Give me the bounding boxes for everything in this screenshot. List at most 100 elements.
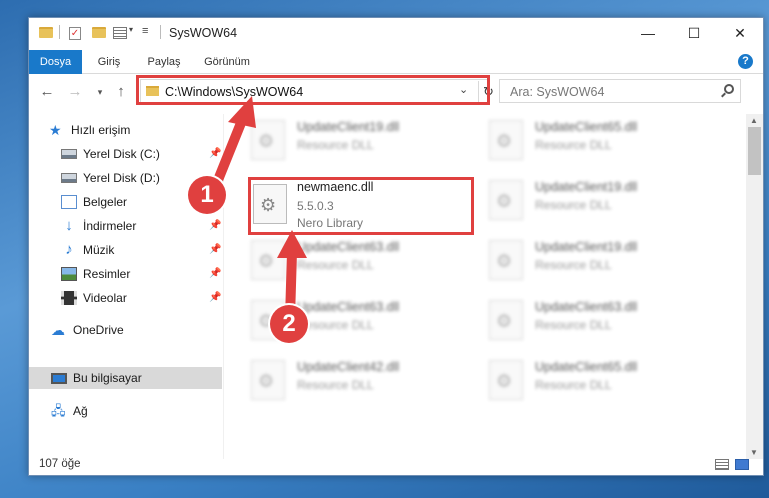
file-name: UpdateClient19.dll bbox=[535, 180, 638, 194]
sidebar-item-music[interactable]: ♪ Müzik 📌 bbox=[29, 239, 222, 261]
separator bbox=[59, 25, 60, 39]
pin-icon[interactable]: 📌 bbox=[209, 148, 221, 159]
sidebar-item-label: Belgeler bbox=[83, 195, 128, 209]
explorer-window: ✓ ▾ ≡ SysWOW64 — ☐ ✕ Dosya Giriş Paylaş … bbox=[28, 17, 764, 476]
disk-icon bbox=[61, 173, 77, 183]
file-highlight-box bbox=[248, 177, 474, 235]
close-button[interactable]: ✕ bbox=[717, 18, 763, 48]
file-tile[interactable]: UpdateClient42.dll Resource DLL bbox=[245, 354, 485, 408]
sidebar-item-label: Hızlı erişim bbox=[71, 123, 131, 137]
file-description: Resource DLL bbox=[535, 198, 612, 212]
customize-toolbar-icon[interactable]: ≡ bbox=[142, 25, 148, 37]
sidebar-item-onedrive[interactable]: ☁ OneDrive bbox=[29, 319, 222, 341]
file-description: Resource DLL bbox=[535, 258, 612, 272]
download-icon: ↓ bbox=[65, 217, 73, 234]
search-icon bbox=[724, 84, 734, 94]
pin-icon[interactable]: 📌 bbox=[209, 268, 221, 279]
file-description: Resource DLL bbox=[535, 378, 612, 392]
tiles-view-icon[interactable] bbox=[735, 459, 749, 470]
window-title: SysWOW64 bbox=[169, 26, 238, 40]
sidebar-item-label: Ağ bbox=[73, 404, 88, 418]
dll-file-icon bbox=[251, 240, 285, 280]
dll-file-icon bbox=[251, 360, 285, 400]
navigation-bar: ← → ▾ ↑ C:\Windows\SysWOW64 ⌄ ↻ Ara: Sys… bbox=[29, 75, 763, 109]
sidebar-item-downloads[interactable]: ↓ İndirmeler 📌 bbox=[29, 215, 222, 237]
file-tile[interactable]: UpdateClient19.dll Resource DLL bbox=[245, 114, 485, 168]
dll-file-icon bbox=[489, 180, 523, 220]
tab-share[interactable]: Paylaş bbox=[139, 50, 189, 74]
vertical-scrollbar[interactable]: ▲ ▼ bbox=[746, 114, 763, 459]
ribbon-tabs: Dosya Giriş Paylaş Görünüm ? bbox=[29, 50, 763, 74]
sidebar-item-label: Resimler bbox=[83, 267, 131, 281]
sidebar-item-label: İndirmeler bbox=[83, 219, 137, 233]
file-name: UpdateClient63.dll bbox=[535, 300, 638, 314]
sidebar-item-label: Müzik bbox=[83, 243, 115, 257]
pin-icon[interactable]: 📌 bbox=[209, 220, 221, 231]
address-highlight-box bbox=[136, 75, 490, 105]
recent-locations-chevron-icon[interactable]: ▾ bbox=[92, 87, 108, 98]
scroll-thumb[interactable] bbox=[748, 127, 761, 175]
minimize-button[interactable]: — bbox=[625, 18, 671, 48]
folder-icon bbox=[39, 27, 53, 38]
dll-file-icon bbox=[251, 120, 285, 160]
sidebar-item-local-disk-c[interactable]: Yerel Disk (C:) 📌 bbox=[29, 143, 222, 165]
file-description: Resource DLL bbox=[535, 138, 612, 152]
forward-arrow-icon[interactable]: → bbox=[67, 83, 83, 100]
file-tile[interactable]: UpdateClient63.dll Resource DLL bbox=[245, 234, 485, 288]
computer-icon bbox=[51, 372, 67, 384]
navigation-pane: ★ Hızlı erişim Yerel Disk (C:) 📌 Yerel D… bbox=[29, 114, 224, 459]
sidebar-item-label: Yerel Disk (C:) bbox=[83, 147, 160, 161]
maximize-button[interactable]: ☐ bbox=[671, 18, 717, 48]
file-name: UpdateClient42.dll bbox=[297, 360, 400, 374]
sidebar-item-pictures[interactable]: Resimler 📌 bbox=[29, 263, 222, 285]
search-input[interactable]: Ara: SysWOW64 bbox=[499, 79, 741, 103]
sidebar-item-videos[interactable]: Videolar 📌 bbox=[29, 287, 222, 309]
help-icon[interactable]: ? bbox=[738, 54, 753, 69]
star-icon: ★ bbox=[49, 122, 62, 138]
file-name: UpdateClient63.dll bbox=[297, 300, 400, 314]
file-description: Resource DLL bbox=[297, 378, 374, 392]
up-arrow-icon[interactable]: ↑ bbox=[113, 83, 129, 100]
tab-file[interactable]: Dosya bbox=[29, 50, 82, 74]
item-count: 107 öğe bbox=[39, 458, 81, 470]
separator bbox=[160, 25, 161, 39]
file-name: UpdateClient63.dll bbox=[297, 240, 400, 254]
status-bar: 107 öğe bbox=[29, 455, 763, 475]
videos-icon bbox=[61, 291, 77, 305]
title-bar: ✓ ▾ ≡ SysWOW64 — ☐ ✕ bbox=[29, 18, 763, 50]
file-description: Resource DLL bbox=[297, 258, 374, 272]
file-tile[interactable]: UpdateClient19.dll Resource DLL bbox=[483, 234, 723, 288]
dll-file-icon bbox=[489, 120, 523, 160]
tab-home[interactable]: Giriş bbox=[89, 50, 129, 74]
disk-icon bbox=[61, 149, 77, 159]
view-list-icon[interactable] bbox=[113, 27, 127, 39]
file-list: UpdateClient19.dll Resource DLL UpdateCl… bbox=[225, 114, 739, 459]
dll-file-icon bbox=[489, 360, 523, 400]
file-name: UpdateClient65.dll bbox=[535, 360, 638, 374]
sidebar-item-quick-access[interactable]: ★ Hızlı erişim bbox=[29, 119, 222, 141]
pane-divider[interactable] bbox=[223, 114, 224, 459]
properties-icon[interactable]: ✓ bbox=[69, 27, 81, 40]
dll-file-icon bbox=[489, 240, 523, 280]
tab-view[interactable]: Görünüm bbox=[197, 50, 257, 74]
details-view-icon[interactable] bbox=[715, 459, 729, 470]
step-badge-2: 2 bbox=[270, 305, 308, 343]
file-description: Resource DLL bbox=[535, 318, 612, 332]
file-tile[interactable]: UpdateClient65.dll Resource DLL bbox=[483, 354, 723, 408]
dll-file-icon bbox=[489, 300, 523, 340]
sidebar-item-label: OneDrive bbox=[73, 323, 124, 337]
file-tile[interactable]: UpdateClient19.dll Resource DLL bbox=[483, 174, 723, 228]
chevron-down-icon[interactable]: ▾ bbox=[129, 25, 133, 34]
pin-icon[interactable]: 📌 bbox=[209, 244, 221, 255]
sidebar-item-this-pc[interactable]: Bu bilgisayar bbox=[29, 367, 222, 389]
sidebar-item-network[interactable]: 🖧 Ağ bbox=[29, 400, 222, 422]
search-placeholder: Ara: SysWOW64 bbox=[510, 85, 605, 99]
file-tile[interactable]: UpdateClient65.dll Resource DLL bbox=[483, 114, 723, 168]
scroll-up-icon[interactable]: ▲ bbox=[750, 116, 758, 125]
sidebar-item-label: Videolar bbox=[83, 291, 127, 305]
file-tile[interactable]: UpdateClient63.dll Resource DLL bbox=[483, 294, 723, 348]
back-arrow-icon[interactable]: ← bbox=[39, 83, 55, 100]
new-folder-icon[interactable] bbox=[92, 27, 106, 38]
pin-icon[interactable]: 📌 bbox=[209, 292, 221, 303]
step-badge-1: 1 bbox=[188, 176, 226, 214]
